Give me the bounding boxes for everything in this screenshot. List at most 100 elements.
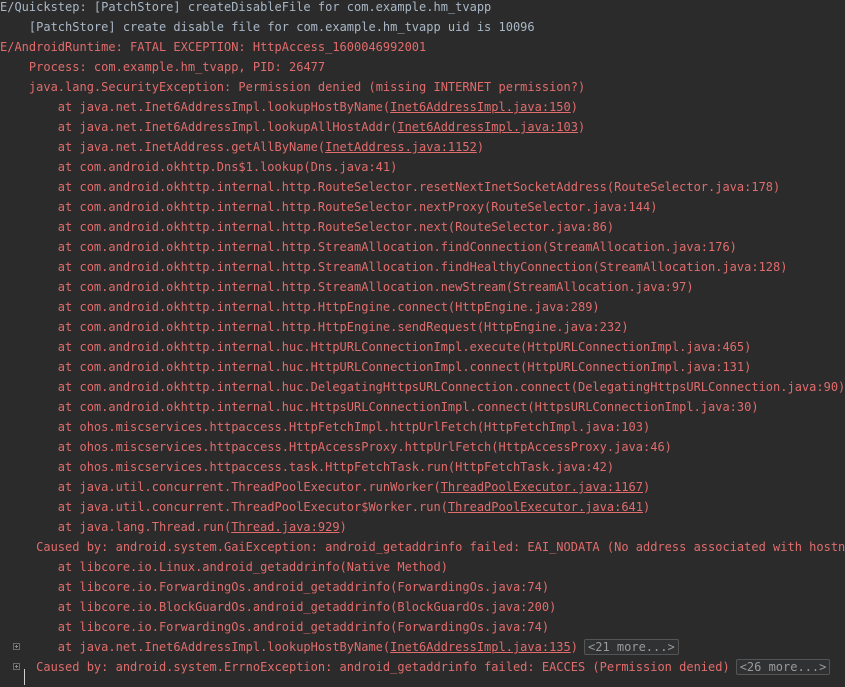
log-text-suffix: ) [577, 120, 586, 134]
log-indent [0, 120, 58, 134]
log-line: at com.android.okhttp.internal.huc.Deleg… [0, 377, 845, 397]
log-text: at com.android.okhttp.internal.http.Stre… [57, 240, 737, 254]
log-text: at java.lang.Thread.run( [57, 520, 232, 534]
log-text: java.lang.SecurityException: Permission … [28, 80, 586, 94]
log-line: [PatchStore] create disable file for com… [0, 17, 845, 37]
log-line: at java.net.InetAddress.getAllByName(Ine… [0, 137, 845, 157]
log-line: at com.android.okhttp.internal.http.Stre… [0, 257, 845, 277]
log-indent [0, 280, 58, 294]
log-text: at com.android.okhttp.internal.http.Rout… [57, 220, 615, 234]
log-line: at com.android.okhttp.internal.http.Rout… [0, 177, 845, 197]
log-line: E/AndroidRuntime: FATAL EXCEPTION: HttpA… [0, 37, 845, 57]
log-text: at java.util.concurrent.ThreadPoolExecut… [57, 480, 441, 494]
log-indent [0, 220, 58, 234]
log-line: at java.net.Inet6AddressImpl.lookupHostB… [0, 637, 845, 657]
log-text: at libcore.io.BlockGuardOs.android_getad… [57, 600, 557, 614]
source-file-link[interactable]: Inet6AddressImpl.java:103 [397, 120, 578, 134]
log-indent [0, 520, 58, 534]
log-indent [0, 20, 29, 34]
log-line: at java.net.Inet6AddressImpl.lookupHostB… [0, 97, 845, 117]
log-line: at ohos.miscservices.httpaccess.HttpFetc… [0, 417, 845, 437]
log-line: Caused by: android.system.ErrnoException… [0, 657, 845, 677]
log-indent [0, 580, 58, 594]
source-file-link[interactable]: Thread.java:929 [231, 520, 339, 534]
log-text: at com.android.okhttp.internal.http.Rout… [57, 200, 658, 214]
log-indent [0, 480, 58, 494]
log-line: at com.android.okhttp.internal.http.Rout… [0, 197, 845, 217]
text-cursor [24, 669, 25, 685]
log-text: at libcore.io.ForwardingOs.android_getad… [57, 580, 550, 594]
log-indent [0, 100, 58, 114]
log-indent [0, 440, 58, 454]
log-indent [0, 240, 58, 254]
log-line: at com.android.okhttp.internal.http.Stre… [0, 237, 845, 257]
source-file-link[interactable]: InetAddress.java:1152 [325, 140, 477, 154]
source-file-link[interactable]: Inet6AddressImpl.java:135 [390, 640, 571, 654]
log-text: at com.android.okhttp.internal.http.Http… [57, 300, 600, 314]
log-indent [0, 540, 36, 554]
log-indent [0, 560, 58, 574]
log-text: Caused by: android.system.ErrnoException… [36, 660, 730, 674]
log-indent [0, 340, 58, 354]
log-text: at com.android.okhttp.internal.http.Http… [57, 320, 629, 334]
log-indent [0, 460, 58, 474]
log-text: Caused by: android.system.GaiException: … [36, 540, 845, 554]
log-line: at com.android.okhttp.Dns$1.lookup(Dns.j… [0, 157, 845, 177]
log-line: at ohos.miscservices.httpaccess.HttpAcce… [0, 437, 845, 457]
log-line: at libcore.io.ForwardingOs.android_getad… [0, 617, 845, 637]
log-indent [0, 620, 58, 634]
log-text: at ohos.miscservices.httpaccess.HttpAcce… [57, 440, 672, 454]
log-text: at libcore.io.Linux.android_getaddrinfo(… [57, 560, 448, 574]
log-text-suffix: ) [476, 140, 485, 154]
log-text: at java.net.Inet6AddressImpl.lookupHostB… [57, 100, 391, 114]
log-line: at com.android.okhttp.internal.huc.HttpU… [0, 337, 845, 357]
log-text: at com.android.okhttp.Dns$1.lookup(Dns.j… [57, 160, 398, 174]
log-text: [PatchStore] create disable file for com… [28, 20, 535, 34]
log-line: at ohos.miscservices.httpaccess.task.Htt… [0, 457, 845, 477]
log-text: at java.net.InetAddress.getAllByName( [57, 140, 326, 154]
log-line: at com.android.okhttp.internal.http.Http… [0, 297, 845, 317]
expand-fold-icon[interactable] [13, 663, 20, 670]
log-text: at com.android.okhttp.internal.huc.HttpU… [57, 360, 752, 374]
source-file-link[interactable]: ThreadPoolExecutor.java:641 [448, 500, 643, 514]
log-indent [0, 80, 29, 94]
log-indent [0, 360, 58, 374]
log-text: E/AndroidRuntime: FATAL EXCEPTION: HttpA… [0, 40, 427, 54]
more-frames-button[interactable]: <21 more...> [584, 639, 679, 655]
log-indent [0, 260, 58, 274]
log-indent [0, 600, 58, 614]
more-frames-button[interactable]: <26 more...> [735, 659, 831, 675]
log-indent [0, 380, 58, 394]
log-line: Process: com.example.hm_tvapp, PID: 2647… [0, 57, 845, 77]
log-text: at java.net.Inet6AddressImpl.lookupHostB… [57, 640, 391, 654]
log-line: at libcore.io.ForwardingOs.android_getad… [0, 577, 845, 597]
log-text: at ohos.miscservices.httpaccess.HttpFetc… [57, 420, 651, 434]
log-text: at com.android.okhttp.internal.http.Rout… [57, 180, 781, 194]
source-file-link[interactable]: ThreadPoolExecutor.java:1167 [441, 480, 643, 494]
log-text: at com.android.okhttp.internal.http.Stre… [57, 280, 694, 294]
log-text-suffix: ) [570, 100, 578, 114]
log-text-suffix: ) [643, 480, 651, 494]
log-indent [0, 420, 58, 434]
log-line: at java.util.concurrent.ThreadPoolExecut… [0, 497, 845, 517]
log-indent [0, 200, 58, 214]
log-text: at java.util.concurrent.ThreadPoolExecut… [57, 500, 448, 514]
log-indent [0, 320, 58, 334]
log-text-suffix: ) [339, 520, 347, 534]
log-line: at libcore.io.BlockGuardOs.android_getad… [0, 597, 845, 617]
log-text: E/Quickstep: [PatchStore] createDisableF… [0, 0, 492, 14]
log-indent [0, 640, 58, 654]
log-text: at com.android.okhttp.internal.huc.Deleg… [57, 380, 845, 394]
log-line: at java.lang.Thread.run(Thread.java:929) [0, 517, 845, 537]
log-text: at ohos.miscservices.httpaccess.task.Htt… [57, 460, 615, 474]
log-line: at java.net.Inet6AddressImpl.lookupAllHo… [0, 117, 845, 137]
source-file-link[interactable]: Inet6AddressImpl.java:150 [390, 100, 571, 114]
log-text: at java.net.Inet6AddressImpl.lookupAllHo… [57, 120, 398, 134]
expand-fold-icon[interactable] [13, 643, 20, 650]
log-line: at com.android.okhttp.internal.http.Http… [0, 317, 845, 337]
log-indent [0, 160, 58, 174]
logcat-console[interactable]: E/Quickstep: [PatchStore] createDisableF… [0, 0, 845, 687]
log-indent [0, 180, 58, 194]
log-line: E/Quickstep: [PatchStore] createDisableF… [0, 0, 845, 17]
log-text: at libcore.io.ForwardingOs.android_getad… [57, 620, 550, 634]
